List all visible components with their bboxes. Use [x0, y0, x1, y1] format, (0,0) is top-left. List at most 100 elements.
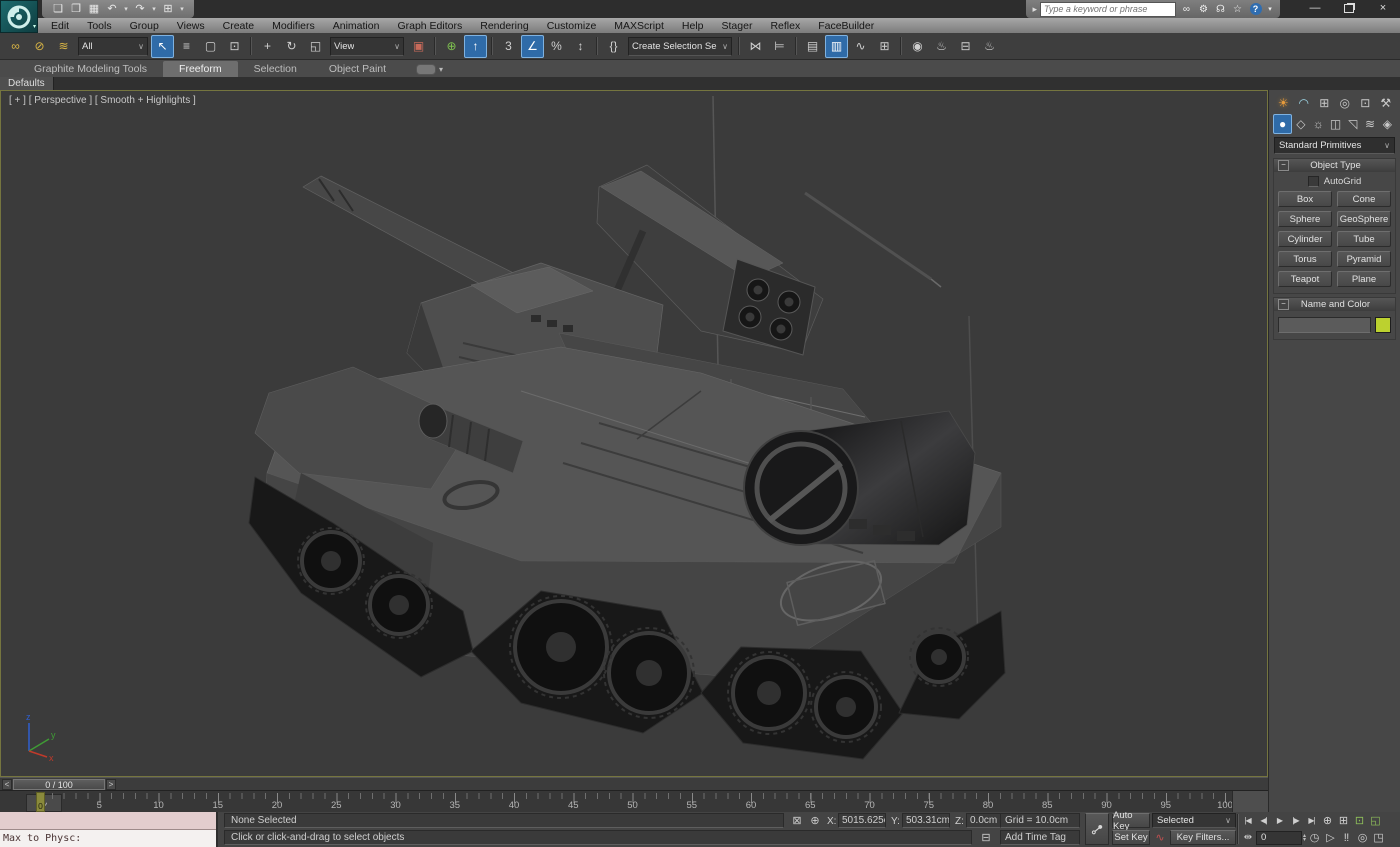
create-cone-button[interactable]: Cone [1337, 191, 1391, 207]
3ds-max-logo[interactable]: ▾ [0, 0, 38, 33]
select-and-link-icon[interactable]: ∞ [4, 35, 27, 58]
create-plane-button[interactable]: Plane [1337, 271, 1391, 287]
minimize-button[interactable]: — [1300, 1, 1330, 16]
percent-snap-toggle-icon[interactable]: % [545, 35, 568, 58]
lights-category-icon[interactable]: ☼ [1310, 115, 1327, 133]
modify-tab-icon[interactable]: ◠ [1295, 94, 1313, 112]
window-crossing-toggle-icon[interactable]: ⊡ [223, 35, 246, 58]
menu-animation[interactable]: Animation [324, 20, 389, 32]
select-by-name-icon[interactable]: ≡ [175, 35, 198, 58]
time-slider-next-arrow[interactable]: > [106, 779, 116, 790]
autogrid-checkbox[interactable] [1308, 176, 1319, 187]
rectangular-selection-region-icon[interactable]: ▢ [199, 35, 222, 58]
select-and-rotate-icon[interactable]: ↻ [280, 35, 303, 58]
undo-flyout-icon[interactable]: ▾ [122, 2, 130, 17]
add-time-tag-field[interactable]: Add Time Tag [1000, 830, 1080, 845]
keyboard-shortcut-override-icon[interactable]: ↑ [464, 35, 487, 58]
qat-customize-icon[interactable]: ▾ [178, 2, 186, 17]
ribbon-tab-freeform[interactable]: Freeform [163, 61, 238, 77]
menu-tools[interactable]: Tools [78, 20, 121, 32]
selection-lock-icon[interactable]: ⊠ [789, 813, 805, 828]
create-tab-icon[interactable]: ☀ [1274, 94, 1292, 112]
create-teapot-button[interactable]: Teapot [1278, 271, 1332, 287]
default-in-out-tangents-icon[interactable]: ∿ [1152, 830, 1168, 845]
menu-views[interactable]: Views [168, 20, 214, 32]
absolute-mode-icon[interactable]: ⊕ [807, 813, 823, 828]
play-icon[interactable]: ▶ [1272, 813, 1287, 828]
selection-filter-select[interactable]: All∨ [78, 37, 148, 56]
select-and-scale-icon[interactable]: ◱ [304, 35, 327, 58]
walk-through-icon[interactable]: ‼ [1339, 830, 1354, 845]
ribbon-tab-selection[interactable]: Selection [238, 61, 313, 77]
select-and-move-icon[interactable]: + [256, 35, 279, 58]
maximize-viewport-toggle-icon[interactable]: ◳ [1371, 830, 1386, 845]
utilities-tab-icon[interactable]: ⚒ [1377, 94, 1395, 112]
go-to-start-icon[interactable]: |◀ [1240, 813, 1255, 828]
reference-coordinate-system-select[interactable]: View∨ [330, 37, 404, 56]
current-frame-field[interactable]: 0 [1256, 831, 1302, 845]
menu-facebuilder[interactable]: FaceBuilder [809, 20, 883, 32]
object-name-field[interactable] [1278, 317, 1371, 333]
menu-modifiers[interactable]: Modifiers [263, 20, 324, 32]
helpers-category-icon[interactable]: ◹ [1344, 115, 1361, 133]
create-geosphere-button[interactable]: GeoSphere [1337, 211, 1391, 227]
object-type-rollout-header[interactable]: − Object Type [1274, 159, 1395, 172]
time-slider-prev-arrow[interactable]: < [2, 779, 12, 790]
menu-create[interactable]: Create [214, 20, 264, 32]
create-cylinder-button[interactable]: Cylinder [1278, 231, 1332, 247]
spinner-snap-toggle-icon[interactable]: ↕ [569, 35, 592, 58]
create-pyramid-button[interactable]: Pyramid [1337, 251, 1391, 267]
menu-rendering[interactable]: Rendering [471, 20, 537, 32]
angle-snap-toggle-icon[interactable]: ∠ [521, 35, 544, 58]
viewport-label[interactable]: [ + ] [ Perspective ] [ Smooth + Highlig… [9, 95, 196, 106]
hierarchy-tab-icon[interactable]: ⊞ [1315, 94, 1333, 112]
ribbon-minimize-icon[interactable] [416, 64, 436, 75]
systems-category-icon[interactable]: ◈ [1379, 115, 1396, 133]
new-scene-icon[interactable]: ❏ [50, 2, 66, 17]
toggle-layer-explorer-icon[interactable]: ▥ [825, 35, 848, 58]
x-coordinate-field[interactable]: 5015.625cm [838, 813, 886, 828]
menu-reflex[interactable]: Reflex [761, 20, 809, 32]
listener-row[interactable]: Max to Physc: [0, 830, 216, 847]
open-file-icon[interactable]: ❐ [68, 2, 84, 17]
menu-stager[interactable]: Stager [713, 20, 762, 32]
create-tube-button[interactable]: Tube [1337, 231, 1391, 247]
time-slider-handle[interactable]: 0 / 100 [13, 779, 105, 790]
name-and-color-rollout-header[interactable]: − Name and Color [1274, 298, 1395, 311]
named-selection-sets-select[interactable]: Create Selection Se∨ [628, 37, 732, 56]
create-box-button[interactable]: Box [1278, 191, 1332, 207]
schematic-view-icon[interactable]: ⊞ [873, 35, 896, 58]
tank-model[interactable] [1, 91, 1267, 776]
curve-editor-icon[interactable]: ∿ [849, 35, 872, 58]
edit-named-selection-sets-icon[interactable]: {} [602, 35, 625, 58]
snaps-toggle-3d-icon[interactable]: 3 [497, 35, 520, 58]
undo-icon[interactable]: ↶ [104, 2, 120, 17]
create-torus-button[interactable]: Torus [1278, 251, 1332, 267]
menu-help[interactable]: Help [673, 20, 713, 32]
favorites-star-icon[interactable]: ☆ [1230, 2, 1245, 16]
maxscript-mini-listener[interactable]: Max to Physc: [0, 812, 218, 847]
restore-button[interactable] [1334, 1, 1364, 16]
redo-flyout-icon[interactable]: ▾ [150, 2, 158, 17]
pan-view-icon[interactable]: ▷ [1323, 830, 1338, 845]
primitives-dropdown[interactable]: Standard Primitives ∨ [1274, 137, 1395, 154]
zoom-extents-icon[interactable]: ⊡ [1352, 813, 1367, 828]
render-setup-icon[interactable]: ♨ [930, 35, 953, 58]
search-binoculars-icon[interactable]: ∞ [1179, 2, 1194, 16]
menu-graph-editors[interactable]: Graph Editors [388, 20, 471, 32]
save-file-icon[interactable]: ▦ [86, 2, 102, 17]
select-and-manipulate-icon[interactable]: ⊕ [440, 35, 463, 58]
prompt-log-icon[interactable]: ⊟ [978, 830, 994, 845]
time-configuration-icon[interactable]: ◷ [1307, 830, 1322, 845]
select-object-icon[interactable]: ↖ [151, 35, 174, 58]
zoom-icon[interactable]: ⊕ [1320, 813, 1335, 828]
space-warps-category-icon[interactable]: ≋ [1361, 115, 1378, 133]
rendered-frame-window-icon[interactable]: ⊟ [954, 35, 977, 58]
bind-to-space-warp-icon[interactable]: ≋ [52, 35, 75, 58]
set-key-button[interactable]: Set Key [1112, 830, 1150, 845]
ribbon-tab-graphite-modeling-tools[interactable]: Graphite Modeling Tools [18, 61, 163, 77]
search-arrow-icon[interactable]: ▸ [1032, 4, 1037, 15]
current-frame-marker[interactable]: 0 [36, 792, 45, 812]
create-sphere-button[interactable]: Sphere [1278, 211, 1332, 227]
ribbon-display-options[interactable]: ▾ [416, 64, 443, 75]
